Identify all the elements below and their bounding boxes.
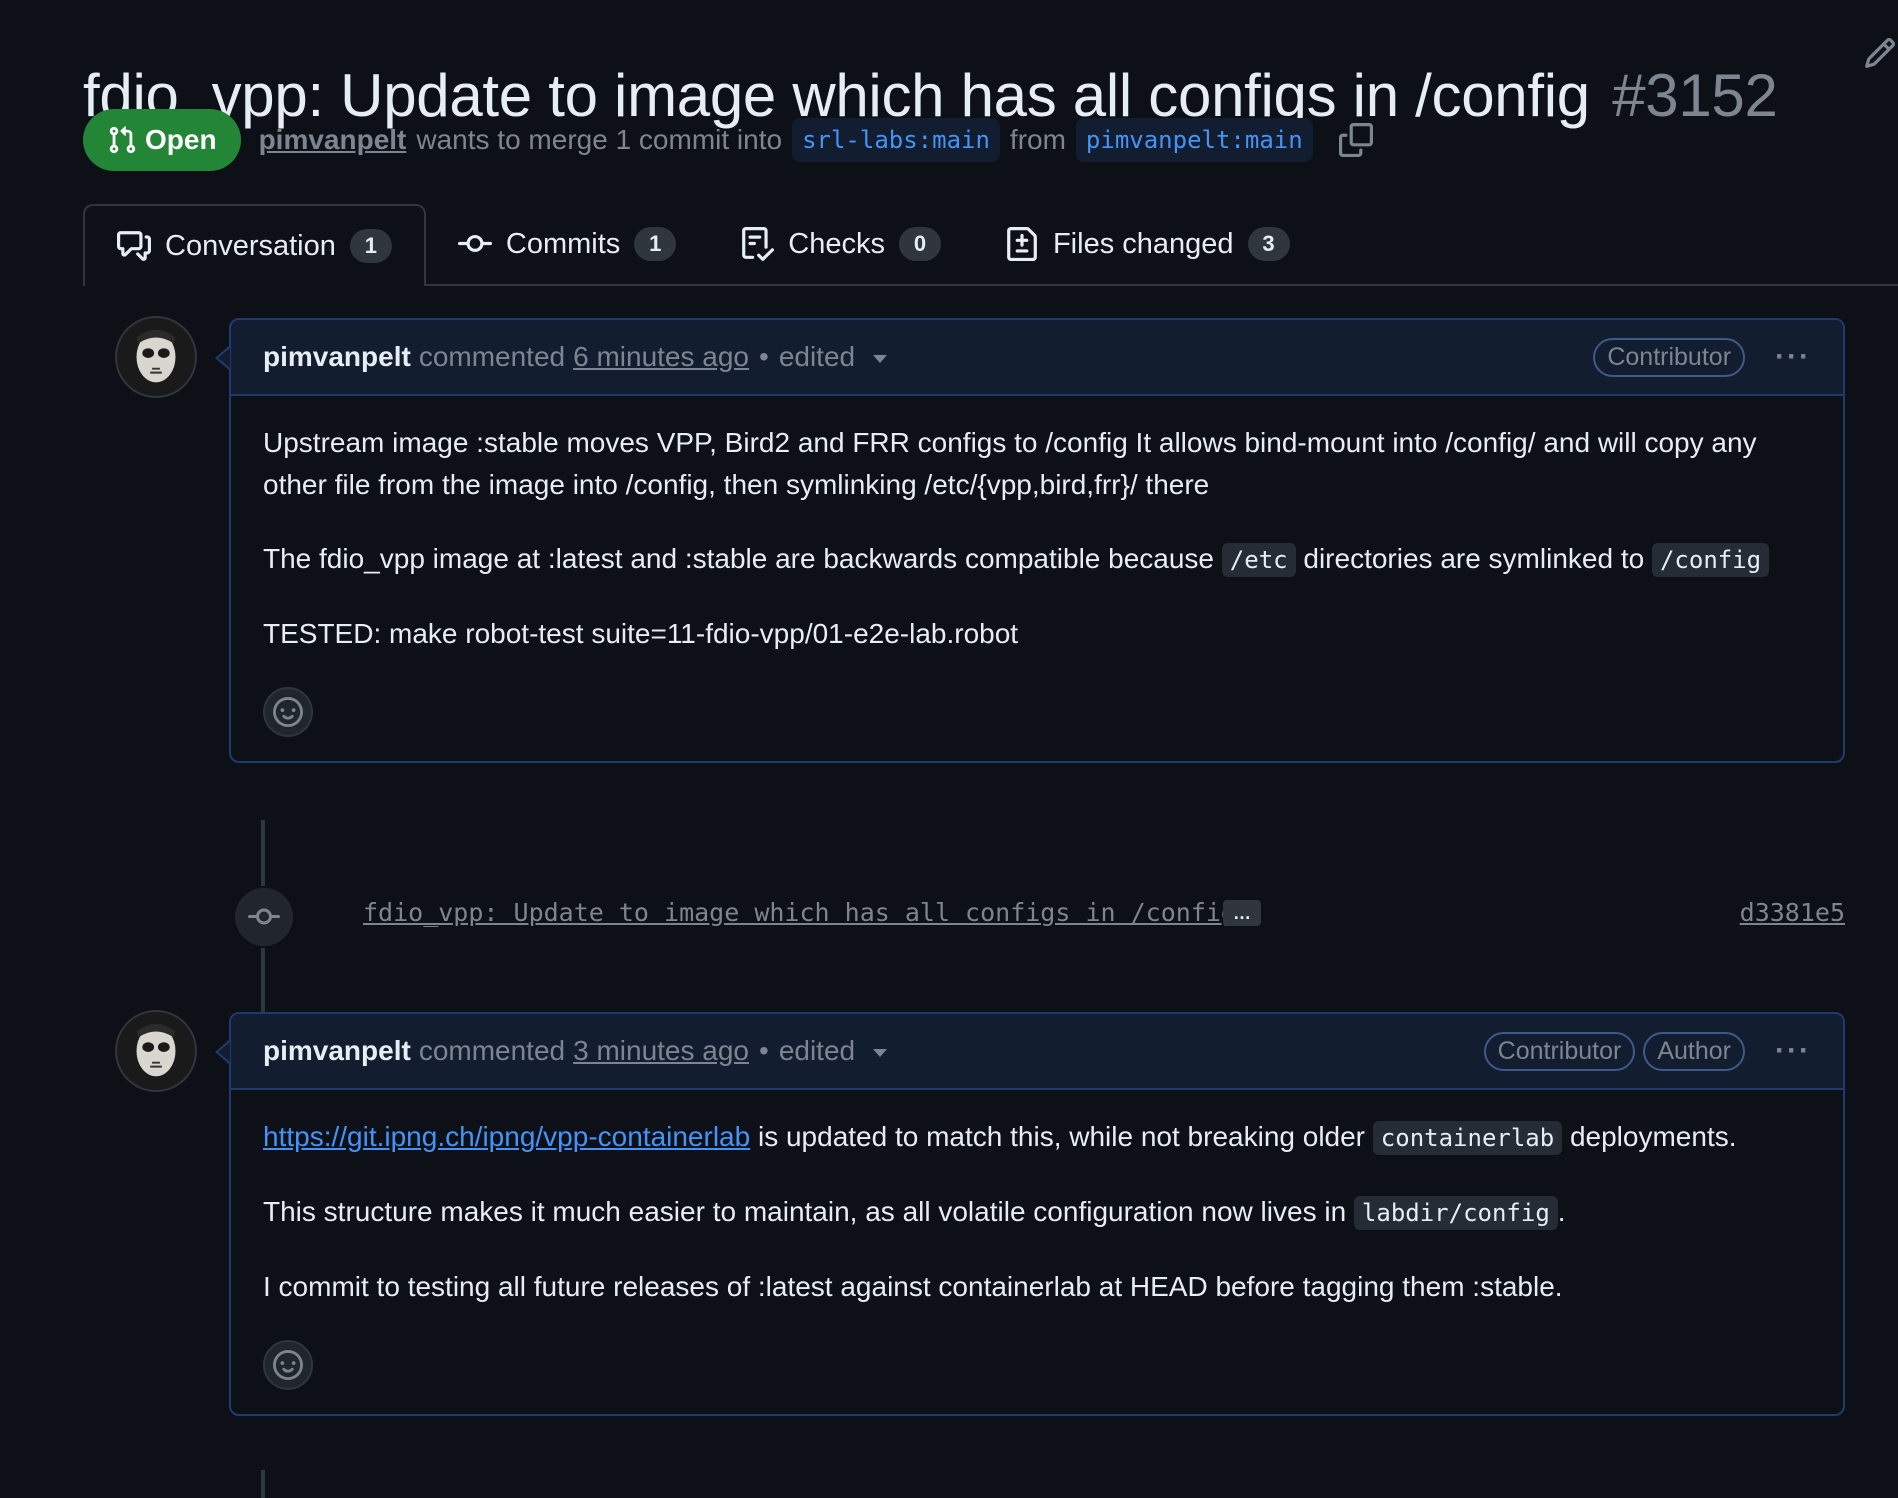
merge-text: wants to merge 1 commit into [416, 124, 783, 155]
pr-tabs: Conversation 1 Commits 1 Checks 0 Files … [83, 204, 1898, 286]
tab-label: Checks [788, 227, 885, 260]
copy-icon[interactable] [1338, 123, 1373, 157]
text-run: . [1557, 1196, 1566, 1227]
pencil-icon[interactable] [1863, 36, 1897, 70]
head-branch[interactable]: pimvanpelt:main [1075, 118, 1313, 162]
comment-header-actions: Contributor Author ··· [1483, 1031, 1811, 1071]
tab-commits[interactable]: Commits 1 [426, 204, 708, 284]
smiley-icon [273, 697, 303, 727]
comment-body: https://git.ipng.ch/ipng/vpp-containerla… [231, 1090, 1843, 1414]
comment-author[interactable]: pimvanpelt [263, 1035, 411, 1067]
commit-sha-link[interactable]: d3381e5 [1740, 898, 1845, 927]
git-commit-icon [248, 908, 280, 925]
comment-paragraph: I commit to testing all future releases … [263, 1271, 1563, 1302]
timeline-commit: fdio_vpp: Update to image which has all … [83, 880, 1845, 950]
timeline-line [261, 1470, 265, 1498]
add-reaction-button[interactable] [263, 687, 313, 737]
expand-commit-button[interactable]: … [1223, 900, 1261, 926]
kebab-horizontal-icon[interactable]: ··· [1775, 340, 1811, 374]
file-diff-icon [1007, 227, 1037, 261]
comment-body: Upstream image :stable moves VPP, Bird2 … [231, 396, 1843, 761]
tab-checks[interactable]: Checks 0 [708, 204, 973, 284]
comment-card: pimvanpelt commented 3 minutes ago • edi… [215, 1012, 1845, 1416]
comment-action: commented [418, 1035, 566, 1066]
author-badge: Author [1643, 1031, 1746, 1071]
comment-author[interactable]: pimvanpelt [263, 341, 411, 373]
triangle-down-icon [873, 355, 888, 363]
comment-timestamp[interactable]: 6 minutes ago [573, 341, 749, 373]
comment-paragraph: https://git.ipng.ch/ipng/vpp-containerla… [263, 1116, 1811, 1159]
comment-discussion-icon [117, 231, 151, 261]
separator-dot: • [759, 341, 769, 372]
comment-paragraph: This structure makes it much easier to m… [263, 1191, 1811, 1234]
state-label: Open [145, 124, 217, 155]
inline-code: containerlab [1372, 1121, 1563, 1155]
base-branch[interactable]: srl-labs:main [792, 118, 1000, 162]
checklist-icon [742, 227, 775, 261]
edited-label: edited [778, 341, 856, 372]
tab-conversation[interactable]: Conversation 1 [83, 204, 426, 286]
avatar[interactable] [115, 1010, 197, 1092]
pr-meta: pimvanpelt wants to merge 1 commit into … [259, 118, 1373, 162]
contributor-badge: Contributor [1593, 337, 1746, 377]
git-pull-request-icon [109, 126, 136, 154]
git-commit-icon [457, 234, 492, 252]
comment-action: commented [418, 341, 566, 372]
text-run: The fdio_vpp image at :latest and :stabl… [263, 543, 1215, 574]
comment-paragraph: The fdio_vpp image at :latest and :stabl… [263, 538, 1811, 581]
comment-timestamp[interactable]: 3 minutes ago [573, 1035, 749, 1067]
pr-author-link[interactable]: pimvanpelt [259, 124, 407, 156]
inline-code: labdir/config [1353, 1196, 1558, 1230]
comment-card: pimvanpelt commented 6 minutes ago • edi… [215, 318, 1845, 763]
contributor-badge: Contributor [1483, 1031, 1636, 1071]
from-text: from [1009, 124, 1066, 155]
inline-code: /etc [1221, 543, 1296, 577]
tab-counter: 1 [349, 229, 392, 263]
comment-header-actions: Contributor ··· [1593, 337, 1811, 377]
text-run: directories are symlinked to [1303, 543, 1645, 574]
add-reaction-button[interactable] [263, 1340, 313, 1390]
edited-dropdown[interactable]: edited [778, 1035, 888, 1067]
repo-link[interactable]: https://git.ipng.ch/ipng/vpp-containerla… [263, 1121, 750, 1152]
triangle-down-icon [873, 1049, 888, 1057]
tab-counter: 3 [1247, 227, 1290, 261]
tab-label: Commits [505, 227, 621, 260]
kebab-horizontal-icon[interactable]: ··· [1775, 1034, 1811, 1068]
tab-label: Files changed [1052, 227, 1234, 260]
tab-label: Conversation [165, 229, 336, 262]
comment-header: pimvanpelt commented 3 minutes ago • edi… [215, 1014, 1843, 1090]
smiley-icon [273, 1350, 303, 1380]
open-state-badge: Open [83, 109, 241, 171]
edited-label: edited [778, 1035, 856, 1066]
text-run: deployments. [1569, 1121, 1737, 1152]
edited-dropdown[interactable]: edited [778, 341, 888, 373]
comment-paragraph: TESTED: make robot-test suite=11-fdio-vp… [263, 618, 1019, 649]
comment-paragraph: Upstream image :stable moves VPP, Bird2 … [263, 427, 1757, 500]
pr-status-row: Open pimvanpelt wants to merge 1 commit … [83, 108, 1373, 172]
tab-files-changed[interactable]: Files changed 3 [973, 204, 1322, 284]
text-run: is updated to match this, while not brea… [757, 1121, 1366, 1152]
separator-dot: • [759, 1035, 769, 1066]
commit-node [233, 886, 295, 948]
tab-counter: 0 [898, 227, 941, 261]
comment-header: pimvanpelt commented 6 minutes ago • edi… [215, 320, 1843, 396]
pr-number: #3152 [1612, 62, 1778, 130]
avatar[interactable] [115, 316, 197, 398]
commit-message-link[interactable]: fdio_vpp: Update to image which has all … [363, 898, 1236, 927]
text-run: This structure makes it much easier to m… [263, 1196, 1347, 1227]
tab-counter: 1 [634, 227, 677, 261]
inline-code: /config [1651, 543, 1770, 577]
